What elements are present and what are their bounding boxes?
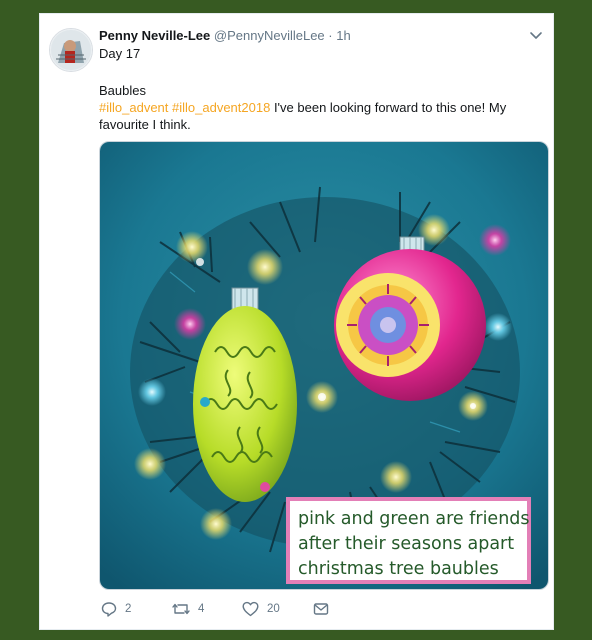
- retweet-icon: [172, 603, 190, 615]
- reply-icon: [101, 602, 117, 617]
- avatar[interactable]: [49, 28, 93, 72]
- reply-button[interactable]: 2: [101, 600, 131, 618]
- separator-dot: ·: [328, 28, 333, 43]
- title-line: Baubles: [99, 83, 146, 98]
- author-handle[interactable]: @PennyNevilleLee: [214, 28, 325, 43]
- reply-count: 2: [125, 603, 132, 615]
- heart-icon: [242, 601, 259, 617]
- retweet-count: 4: [198, 603, 205, 615]
- hashtag-link[interactable]: #illo_advent: [99, 100, 168, 115]
- retweet-button[interactable]: 4: [172, 600, 204, 618]
- tweet-card[interactable]: Penny Neville-Lee @PennyNevilleLee · 1h …: [39, 13, 554, 630]
- chevron-down-icon[interactable]: [529, 28, 543, 42]
- like-button[interactable]: 20: [242, 600, 280, 618]
- text-line: #illo_advent #illo_advent2018 I've been …: [99, 99, 539, 133]
- timestamp[interactable]: 1h: [336, 28, 350, 43]
- like-count: 20: [267, 603, 280, 615]
- caption-box: pink and green are friends after their s…: [286, 497, 531, 584]
- day-line: Day 17: [99, 46, 141, 61]
- caption-line: christmas tree baubles: [298, 559, 499, 579]
- direct-message-button[interactable]: [313, 600, 337, 618]
- tweet-header: Penny Neville-Lee @PennyNevilleLee · 1h: [99, 27, 351, 44]
- caption-line: pink and green are friends: [298, 509, 530, 529]
- tweet-image[interactable]: pink and green are friends after their s…: [99, 141, 549, 590]
- hashtag-link[interactable]: #illo_advent2018: [172, 100, 270, 115]
- avatar-illustration: [50, 29, 92, 71]
- author-name[interactable]: Penny Neville-Lee: [99, 28, 210, 43]
- caption-line: after their seasons apart: [298, 534, 515, 554]
- tweet-text: Baubles #illo_advent #illo_advent2018 I'…: [99, 82, 539, 133]
- envelope-icon: [313, 603, 329, 615]
